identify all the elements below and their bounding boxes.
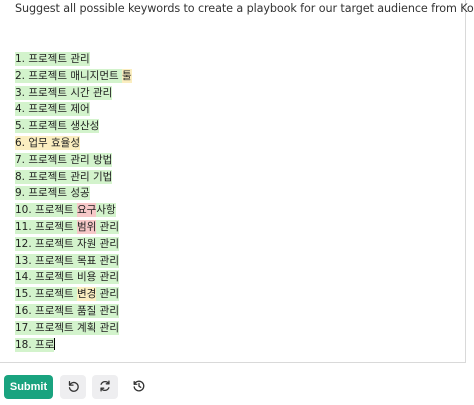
list-item: 11. 프로젝트 범위 관리 bbox=[15, 219, 132, 236]
output-list[interactable]: 1. 프로젝트 관리 2. 프로젝트 매니지먼트 툴 3. 프로젝트 시간 관리 4.… bbox=[15, 51, 132, 353]
highlighted-token: 5. 프로젝트 생산성 bbox=[15, 119, 100, 134]
list-item: 15. 프로젝트 변경 관리 bbox=[15, 286, 132, 303]
history-button[interactable] bbox=[126, 375, 152, 399]
list-item: 6. 업무 효율성 bbox=[15, 135, 132, 152]
highlighted-token: 7. 프로젝트 관리 방법 bbox=[15, 152, 113, 167]
highlighted-token: 14. 프로젝트 비용 관리 bbox=[15, 270, 119, 285]
text-caret bbox=[54, 337, 56, 350]
toolbar: Submit bbox=[0, 373, 474, 401]
editor-area[interactable]: Suggest all possible keywords to create … bbox=[0, 0, 474, 363]
list-item: 18. 프로 bbox=[15, 337, 132, 354]
highlighted-token: 3. 프로젝트 시간 관리 bbox=[15, 85, 113, 100]
highlighted-token: 요구 bbox=[77, 203, 97, 218]
submit-button[interactable]: Submit bbox=[4, 375, 53, 399]
highlighted-token: 17. 프로젝트 계획 관리 bbox=[15, 320, 119, 335]
regenerate-icon bbox=[98, 378, 112, 397]
list-item: 8. 프로젝트 관리 기법 bbox=[15, 169, 132, 186]
list-item: 1. 프로젝트 관리 bbox=[15, 51, 132, 68]
highlighted-token: 툴 bbox=[121, 68, 132, 83]
highlighted-token: 8. 프로젝트 관리 기법 bbox=[15, 169, 113, 184]
list-item: 3. 프로젝트 시간 관리 bbox=[15, 85, 132, 102]
highlighted-token: 사항 bbox=[96, 203, 116, 218]
highlighted-token: 변경 bbox=[77, 287, 97, 302]
highlighted-token: 18. 프로 bbox=[15, 337, 55, 352]
list-item: 4. 프로젝트 제어 bbox=[15, 101, 132, 118]
list-item: 13. 프로젝트 목표 관리 bbox=[15, 253, 132, 270]
list-item: 10. 프로젝트 요구사항 bbox=[15, 202, 132, 219]
history-icon bbox=[132, 378, 146, 397]
highlighted-token: 6. 업무 효율성 bbox=[15, 135, 80, 150]
highlighted-token: 16. 프로젝트 품질 관리 bbox=[15, 303, 119, 318]
undo-icon bbox=[66, 378, 80, 397]
highlighted-token: 관리 bbox=[96, 219, 120, 234]
highlighted-token: 12. 프로젝트 자원 관리 bbox=[15, 236, 119, 251]
regenerate-button[interactable] bbox=[92, 375, 118, 399]
list-item: 12. 프로젝트 자원 관리 bbox=[15, 236, 132, 253]
highlighted-token: 15. 프로젝트 bbox=[15, 287, 78, 302]
highlighted-token: 2. 프로젝트 매니지먼트 bbox=[15, 68, 122, 83]
highlighted-token: 13. 프로젝트 목표 관리 bbox=[15, 253, 119, 268]
highlighted-token: 9. 프로젝트 성공 bbox=[15, 186, 90, 201]
list-item: 2. 프로젝트 매니지먼트 툴 bbox=[15, 68, 132, 85]
list-item: 7. 프로젝트 관리 방법 bbox=[15, 152, 132, 169]
list-item: 5. 프로젝트 생산성 bbox=[15, 118, 132, 135]
list-item: 9. 프로젝트 성공 bbox=[15, 185, 132, 202]
highlighted-token: 4. 프로젝트 제어 bbox=[15, 102, 90, 117]
list-item: 14. 프로젝트 비용 관리 bbox=[15, 269, 132, 286]
list-item: 16. 프로젝트 품질 관리 bbox=[15, 303, 132, 320]
prompt-text: Suggest all possible keywords to create … bbox=[15, 2, 474, 15]
highlighted-token: 관리 bbox=[96, 287, 120, 302]
list-item: 17. 프로젝트 계획 관리 bbox=[15, 320, 132, 337]
undo-button[interactable] bbox=[60, 375, 86, 399]
highlighted-token: 10. 프로젝트 bbox=[15, 203, 78, 218]
highlighted-token: 범위 bbox=[77, 219, 97, 234]
highlighted-token: 11. 프로젝트 bbox=[15, 219, 78, 234]
highlighted-token: 1. 프로젝트 관리 bbox=[15, 52, 90, 66]
